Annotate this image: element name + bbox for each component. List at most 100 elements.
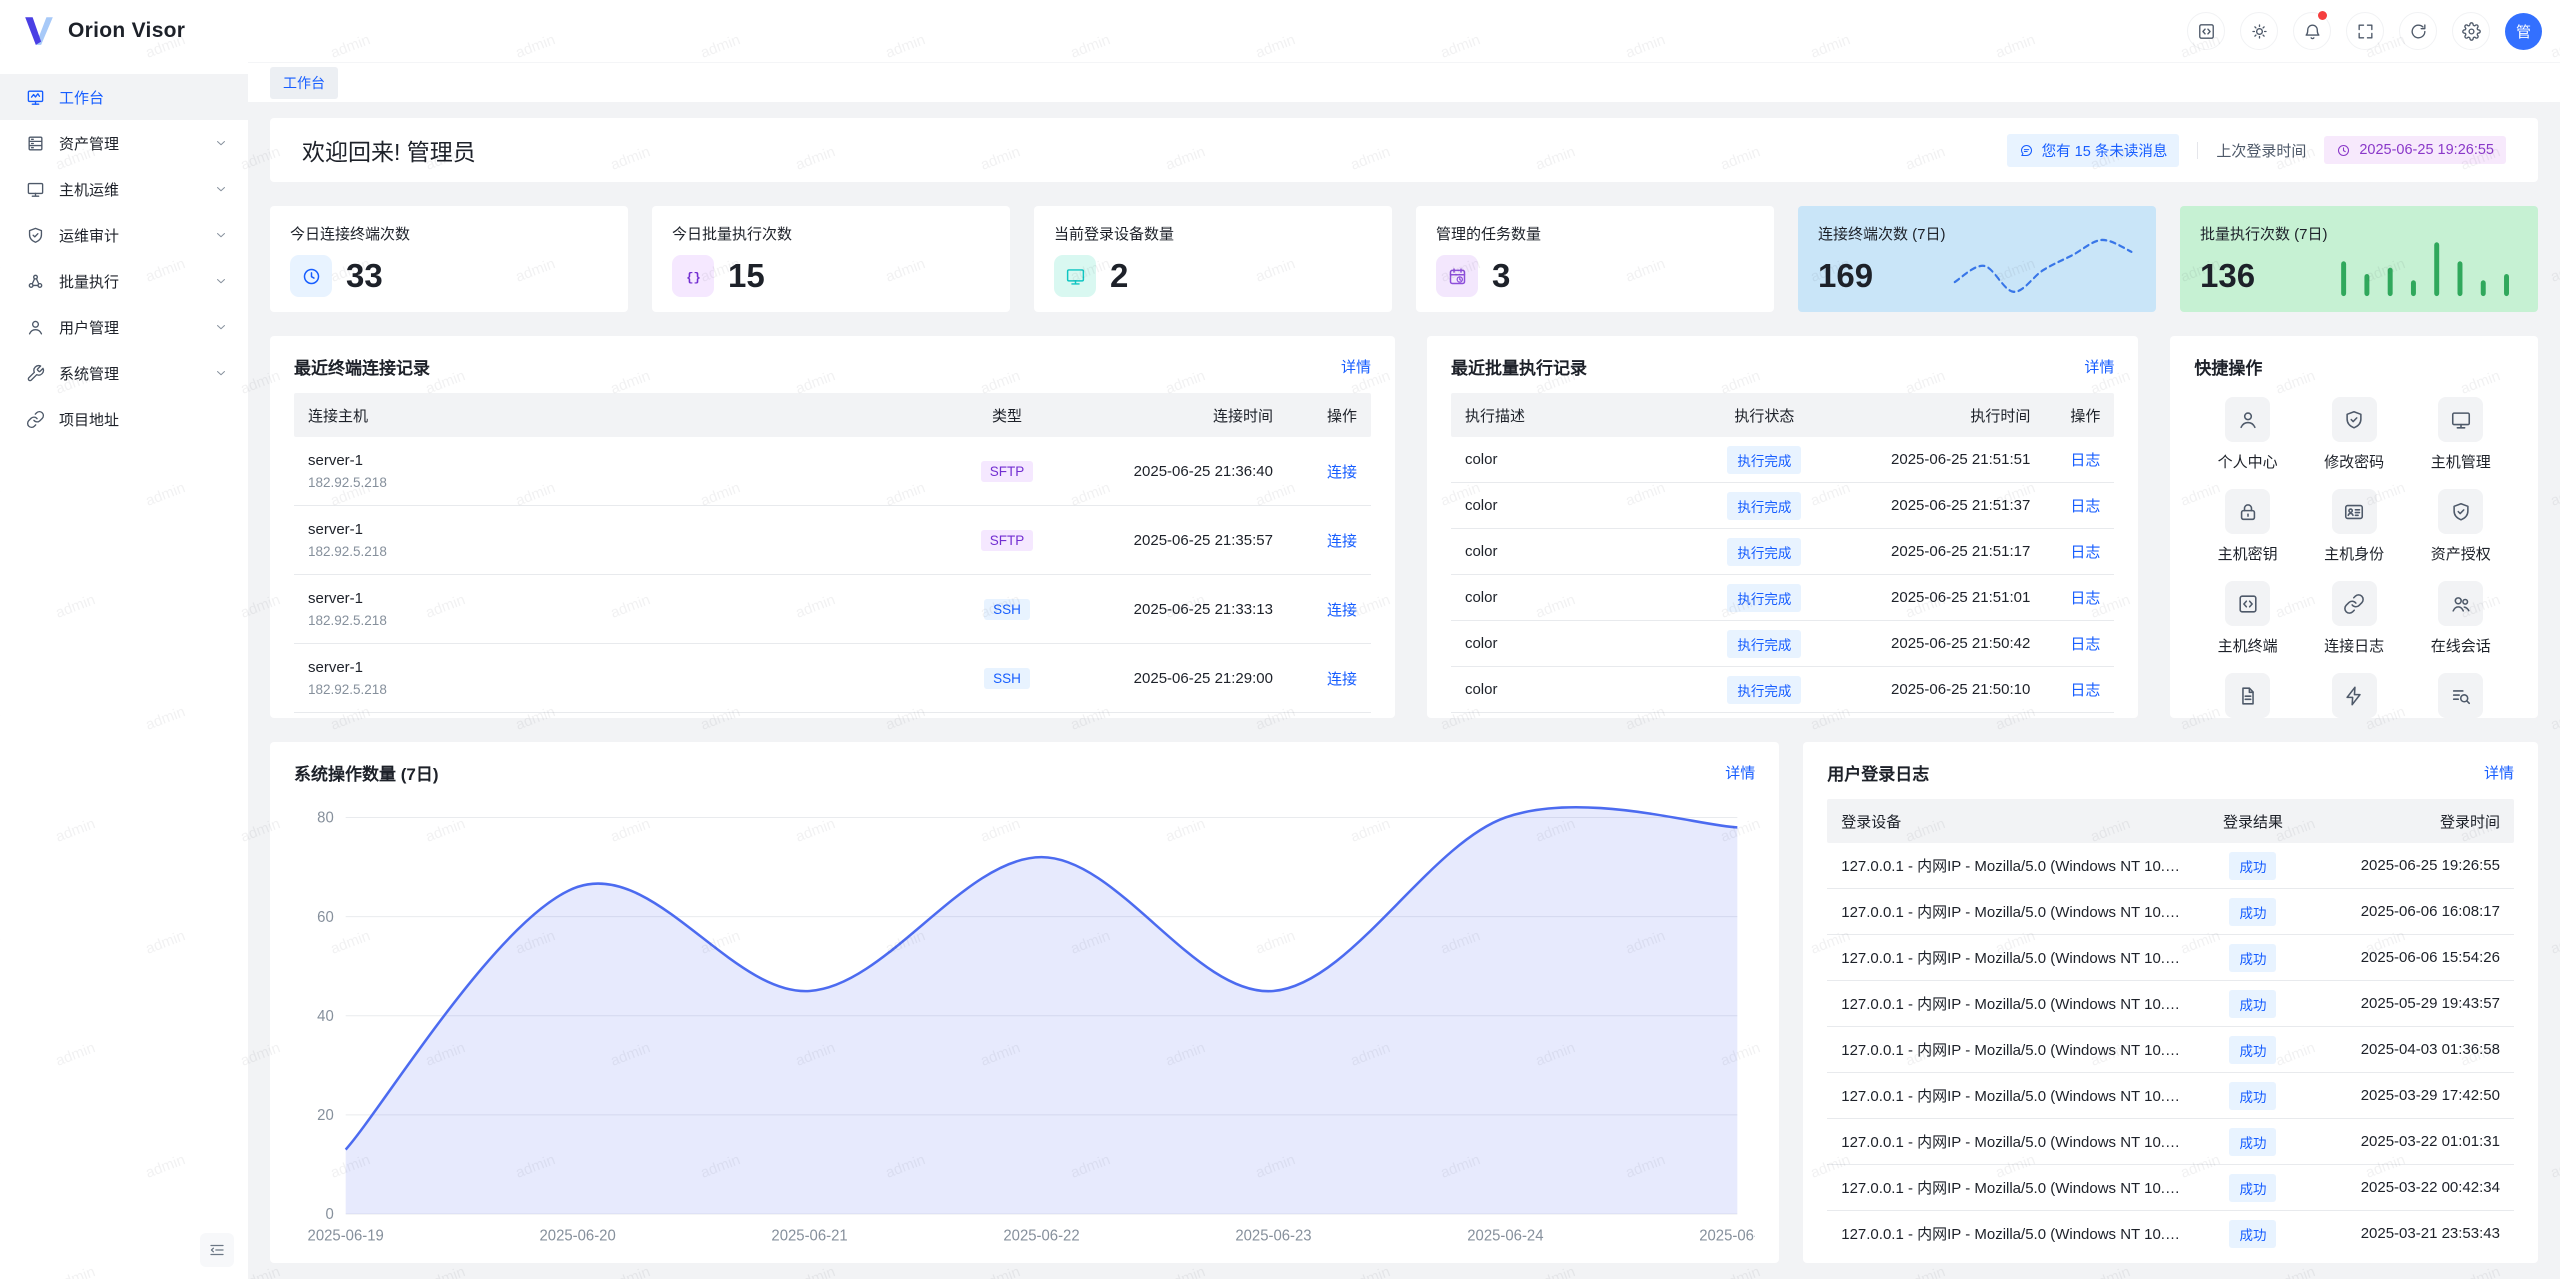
clock-icon <box>2336 143 2351 158</box>
quick-action[interactable]: 连接日志 <box>2301 581 2408 656</box>
quick-action[interactable]: 修改密码 <box>2301 397 2408 472</box>
login-details-link[interactable]: 详情 <box>2484 762 2514 783</box>
sidebar-item-label: 工作台 <box>59 87 104 108</box>
quick-action[interactable]: 主机管理 <box>2407 397 2514 472</box>
collapse-sidebar-button[interactable] <box>200 1233 234 1267</box>
breadcrumb-item-workbench[interactable]: 工作台 <box>270 67 338 99</box>
quick-action[interactable]: 命令执行 <box>2301 673 2408 718</box>
sidebar-item-label: 运维审计 <box>59 225 119 246</box>
exec-status-badge: 执行完成 <box>1727 584 1801 612</box>
sidebar-item[interactable]: 用户管理 <box>0 304 248 350</box>
connect-link[interactable]: 连接 <box>1327 671 1357 688</box>
sidebar-item-icon <box>26 180 45 199</box>
stat-card-batch-7d: 批量执行次数 (7日) 136 <box>2180 206 2538 312</box>
log-link[interactable]: 日志 <box>2070 590 2100 607</box>
stat-value: 15 <box>728 257 765 295</box>
login-result-badge: 成功 <box>2229 1220 2276 1248</box>
stat-card: 今日连接终端次数 33 <box>270 206 628 312</box>
unread-messages-text: 您有 15 条未读消息 <box>2042 140 2168 161</box>
sidebar-item-label: 主机运维 <box>59 179 119 200</box>
log-link[interactable]: 日志 <box>2070 636 2100 653</box>
code-button[interactable] <box>2187 12 2225 50</box>
quick-actions-panel: 快捷操作 个人中心 <box>2170 336 2538 718</box>
svg-text:2025-06-25: 2025-06-25 <box>1699 1228 1755 1245</box>
panel-title: 最近终端连接记录 <box>294 354 430 379</box>
topbar: Orion Visor 管 <box>0 0 2560 62</box>
quick-action-icon <box>2332 397 2377 442</box>
refresh-button[interactable] <box>2399 12 2437 50</box>
svg-text:2025-06-23: 2025-06-23 <box>1235 1228 1311 1245</box>
log-link[interactable]: 日志 <box>2070 498 2100 515</box>
table-row: 127.0.0.1 - 内网IP - Mozilla/5.0 (Windows … <box>1827 1027 2514 1073</box>
exec-description: color <box>1451 635 1699 652</box>
theme-button[interactable] <box>2240 12 2278 50</box>
quick-action[interactable]: 主机密钥 <box>2194 489 2301 564</box>
sidebar-item-label: 用户管理 <box>59 317 119 338</box>
sidebar-item[interactable]: 资产管理 <box>0 120 248 166</box>
unread-messages-badge[interactable]: 您有 15 条未读消息 <box>2007 134 2180 167</box>
quick-action[interactable]: 资产授权 <box>2407 489 2514 564</box>
column-header: 执行时间 <box>1829 405 2044 426</box>
quick-action-icon <box>2438 489 2483 534</box>
settings-button[interactable] <box>2452 12 2490 50</box>
table-row: color 执行完成 2025-06-25 21:51:37 日志 <box>1451 483 2114 529</box>
quick-action[interactable]: 执行日志 <box>2407 673 2514 718</box>
table-row: server-1 182.92.5.218 SSH 2025-06-25 21:… <box>294 644 1371 713</box>
connect-link[interactable]: 连接 <box>1327 533 1357 550</box>
sidebar-item[interactable]: 主机运维 <box>0 166 248 212</box>
divider <box>2197 142 2198 159</box>
quick-action[interactable]: 个人中心 <box>2194 397 2301 472</box>
last-login-label: 上次登录时间 <box>2216 140 2306 161</box>
quick-action-label: 主机身份 <box>2324 543 2384 564</box>
avatar[interactable]: 管 <box>2505 13 2542 50</box>
column-header: 操作 <box>2044 405 2114 426</box>
sidebar-item-icon <box>26 410 45 429</box>
stats-row: 今日连接终端次数 33 今日批量执行次数 {} <box>270 206 2538 312</box>
stat-icon <box>1436 255 1478 297</box>
log-link[interactable]: 日志 <box>2070 682 2100 699</box>
protocol-badge: SFTP <box>981 530 1034 551</box>
area-chart: 0204060802025-06-192025-06-202025-06-212… <box>294 799 1755 1251</box>
quick-action-icon <box>2225 397 2270 442</box>
exec-description: color <box>1451 589 1699 606</box>
exec-time: 2025-06-25 21:50:10 <box>1829 681 2044 698</box>
table-row: color 执行完成 2025-06-25 21:51:17 日志 <box>1451 529 2114 575</box>
exec-time: 2025-06-25 21:51:37 <box>1829 497 2044 514</box>
connect-time: 2025-06-25 21:29:00 <box>1057 670 1287 687</box>
notifications-button[interactable] <box>2293 12 2331 50</box>
login-device: 127.0.0.1 - 内网IP - Mozilla/5.0 (Windows … <box>1827 993 2197 1014</box>
notification-dot <box>2318 11 2327 20</box>
layout: 工作台 资产管理 主机运维 <box>0 62 2560 1279</box>
sidebar-item[interactable]: 工作台 <box>0 74 248 120</box>
sidebar-item[interactable]: 系统管理 <box>0 350 248 396</box>
table-row: server-1 182.92.5.218 SFTP 2025-06-25 21… <box>294 506 1371 575</box>
host-ip: 182.92.5.218 <box>308 682 943 697</box>
exec-status-badge: 执行完成 <box>1727 446 1801 474</box>
exec-description: color <box>1451 497 1699 514</box>
connect-link[interactable]: 连接 <box>1327 602 1357 619</box>
host-name: server-1 <box>308 521 943 538</box>
quick-action[interactable]: 在线会话 <box>2407 581 2514 656</box>
chevron-down-icon <box>214 136 228 150</box>
table-header: 登录设备 登录结果 登录时间 <box>1827 799 2514 843</box>
log-link[interactable]: 日志 <box>2070 452 2100 469</box>
quick-action-icon <box>2438 397 2483 442</box>
notification-icon <box>2303 22 2322 41</box>
log-link[interactable]: 日志 <box>2070 544 2100 561</box>
batch-details-link[interactable]: 详情 <box>2084 356 2114 377</box>
quick-action[interactable]: 主机身份 <box>2301 489 2408 564</box>
login-result-badge: 成功 <box>2229 990 2276 1018</box>
connect-link[interactable]: 连接 <box>1327 464 1357 481</box>
brand[interactable]: Orion Visor <box>22 14 185 48</box>
sidebar-item[interactable]: 运维审计 <box>0 212 248 258</box>
quick-action[interactable]: 主机终端 <box>2194 581 2301 656</box>
chart-details-link[interactable]: 详情 <box>1725 762 1755 783</box>
terminal-connections-panel: 最近终端连接记录 详情 连接主机 类型 连接时间 操作 <box>270 336 1395 718</box>
quick-action[interactable]: 文件操作日志 <box>2194 673 2301 718</box>
sidebar-item-label: 资产管理 <box>59 133 119 154</box>
sidebar-item[interactable]: 批量执行 <box>0 258 248 304</box>
table-body: 127.0.0.1 - 内网IP - Mozilla/5.0 (Windows … <box>1827 843 2514 1251</box>
terminal-details-link[interactable]: 详情 <box>1341 356 1371 377</box>
fullscreen-button[interactable] <box>2346 12 2384 50</box>
sidebar-item[interactable]: 项目地址 <box>0 396 248 442</box>
